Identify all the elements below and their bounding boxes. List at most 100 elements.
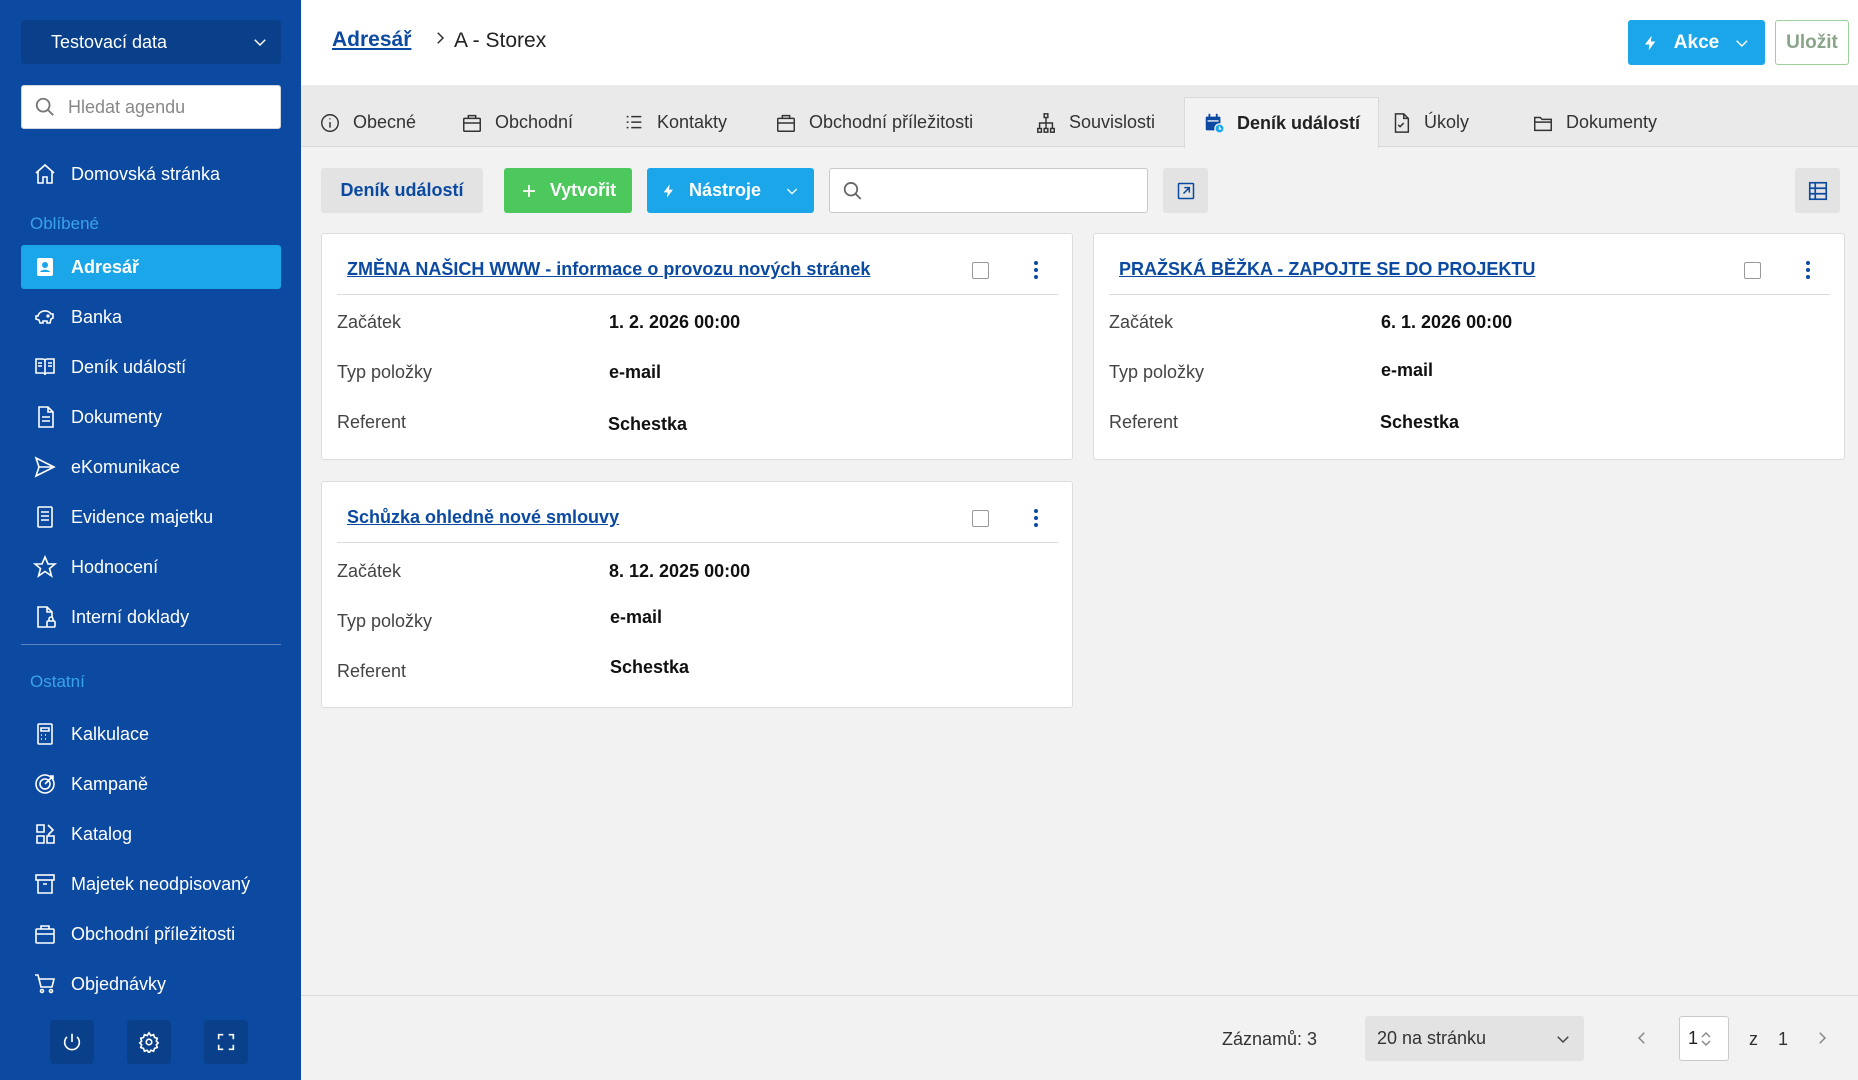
piggy-bank-icon: [35, 310, 54, 324]
records-search[interactable]: [829, 168, 1148, 213]
create-label: Vytvořit: [549, 180, 617, 200]
sidebar-item-label: Dokumenty: [71, 406, 163, 427]
settings-button[interactable]: [127, 1020, 171, 1064]
breadcrumb-link[interactable]: Adresář: [332, 28, 411, 52]
sidebar-item-majetek[interactable]: Majetek neodpisovaný: [21, 862, 281, 906]
save-button[interactable]: Uložit: [1775, 20, 1849, 65]
more-menu-button[interactable]: [1031, 506, 1041, 530]
referent-value: Schestka: [608, 414, 688, 434]
sidebar-item-banka[interactable]: Banka: [21, 295, 281, 339]
more-menu-button[interactable]: [1803, 258, 1813, 282]
tab-label: Úkoly: [1424, 112, 1470, 132]
type-label: Typ položky: [337, 362, 433, 382]
send-icon: [34, 456, 56, 478]
type-value: e-mail: [610, 607, 663, 627]
total-pages: 1: [1778, 1029, 1789, 1049]
sidebar-item-objednavky[interactable]: Objednávky: [21, 962, 281, 1006]
sidebar-item-label: Domovská stránka: [71, 163, 221, 184]
tab-denik-udalosti[interactable]: Deník událostí: [1184, 97, 1380, 148]
tab-label: Souvislosti: [1069, 112, 1156, 132]
header: Adresář A - Storex Akce Uložit: [301, 0, 1858, 85]
event-title-link[interactable]: PRAŽSKÁ BĚŽKA - ZAPOJTE SE DO PROJEKTU: [1119, 259, 1535, 280]
section-title: Deník událostí: [321, 168, 483, 213]
archive-icon: [35, 874, 55, 894]
company-selector[interactable]: Testovací data: [21, 20, 281, 64]
page-size-select[interactable]: 20 na stránku: [1365, 1016, 1584, 1061]
tab-ukoly[interactable]: Úkoly: [1372, 97, 1487, 148]
previous-page-button[interactable]: [1633, 1029, 1651, 1047]
select-checkbox[interactable]: [1744, 262, 1761, 279]
fullscreen-button[interactable]: [204, 1020, 248, 1064]
tools-button[interactable]: Nástroje: [647, 168, 814, 213]
table-view-button[interactable]: [1795, 168, 1840, 213]
sidebar-item-label: Hodnocení: [71, 556, 159, 577]
breadcrumb-current: A - Storex: [454, 29, 547, 52]
cart-icon: [35, 974, 56, 994]
folder-icon: [1534, 116, 1552, 131]
sidebar-item-denik[interactable]: Deník událostí: [21, 345, 281, 389]
referent-label: Referent: [337, 412, 407, 432]
plus-icon: [522, 184, 535, 197]
tab-obecne[interactable]: Obecné: [301, 97, 434, 148]
external-link-icon: [1177, 182, 1194, 199]
akce-button[interactable]: Akce: [1628, 20, 1765, 65]
event-title-link[interactable]: ZMĚNA NAŠICH WWW - informace o provozu n…: [347, 259, 870, 280]
event-card: Schůzka ohledně nové smlouvy Začátek 8. …: [321, 481, 1073, 708]
sidebar-item-label: Interní doklady: [71, 606, 190, 627]
sidebar-item-label: Evidence majetku: [71, 506, 214, 527]
sidebar-item-evidence[interactable]: Evidence majetku: [21, 495, 281, 539]
page-of-label: z: [1749, 1029, 1758, 1049]
open-external-button[interactable]: [1163, 168, 1208, 213]
agenda-search-input[interactable]: [68, 96, 258, 118]
sidebar-item-kalkulace[interactable]: Kalkulace: [21, 712, 281, 756]
records-search-input[interactable]: [871, 180, 1135, 201]
tab-obchodni-prilezitosti[interactable]: Obchodní příležitosti: [757, 97, 991, 148]
favorites-section-label: Oblíbené: [30, 214, 99, 233]
referent-value: Schestka: [610, 657, 690, 677]
tab-souvislosti[interactable]: Souvislosti: [1017, 97, 1173, 148]
create-button[interactable]: Vytvořit: [504, 168, 632, 213]
company-name: Testovací data: [51, 31, 168, 52]
star-icon: [33, 555, 57, 578]
sidebar-item-kampane[interactable]: Kampaně: [21, 762, 281, 806]
sidebar-item-obchodni-prilezitosti[interactable]: Obchodní příležitosti: [21, 912, 281, 956]
more-menu-button[interactable]: [1031, 258, 1041, 282]
sidebar-item-label: Objednávky: [71, 973, 167, 994]
pagination-footer: Záznamů: 3 20 na stránku 1 z 1: [301, 995, 1858, 1080]
sidebar-item-interni-doklady[interactable]: Interní doklady: [21, 595, 281, 639]
contact-book-icon: [37, 258, 53, 276]
briefcase-icon: [463, 114, 481, 132]
sidebar-item-label: Adresář: [71, 256, 140, 277]
sidebar-item-hodnoceni[interactable]: Hodnocení: [21, 545, 281, 589]
sidebar-item-label: Katalog: [71, 823, 133, 844]
chevron-down-icon: [254, 39, 266, 47]
select-checkbox[interactable]: [972, 262, 989, 279]
referent-label: Referent: [1109, 412, 1179, 432]
tab-kontakty[interactable]: Kontakty: [605, 97, 745, 148]
target-icon: [35, 774, 55, 794]
logout-button[interactable]: [50, 1020, 94, 1064]
tab-dokumenty[interactable]: Dokumenty: [1514, 97, 1675, 148]
gear-icon: [138, 1031, 160, 1053]
next-page-button[interactable]: [1813, 1029, 1831, 1047]
sidebar-item-adresar[interactable]: Adresář: [21, 245, 281, 289]
sidebar-item-dokumenty[interactable]: Dokumenty: [21, 395, 281, 439]
page-number-input[interactable]: 1: [1679, 1016, 1729, 1061]
sidebar-bottom-actions: [50, 1020, 248, 1064]
table-icon: [1808, 181, 1827, 200]
lightning-icon: [1644, 35, 1656, 50]
briefcase-icon: [35, 925, 55, 944]
sidebar-item-ekomunikace[interactable]: eKomunikace: [21, 445, 281, 489]
sidebar-item-home[interactable]: Domovská stránka: [21, 152, 281, 196]
tab-bar: Obecné Obchodní Kontakty Obchodní přílež…: [301, 85, 1858, 148]
tab-obchodni[interactable]: Obchodní: [443, 97, 591, 148]
akce-label: Akce: [1673, 31, 1720, 53]
sidebar-item-katalog[interactable]: Katalog: [21, 812, 281, 856]
sidebar-item-label: Deník událostí: [71, 356, 187, 377]
search-icon: [843, 181, 862, 200]
referent-label: Referent: [337, 661, 407, 681]
agenda-search[interactable]: [21, 85, 281, 129]
select-checkbox[interactable]: [972, 510, 989, 527]
spinner-arrows-icon: [1701, 1031, 1711, 1046]
event-title-link[interactable]: Schůzka ohledně nové smlouvy: [347, 507, 619, 528]
